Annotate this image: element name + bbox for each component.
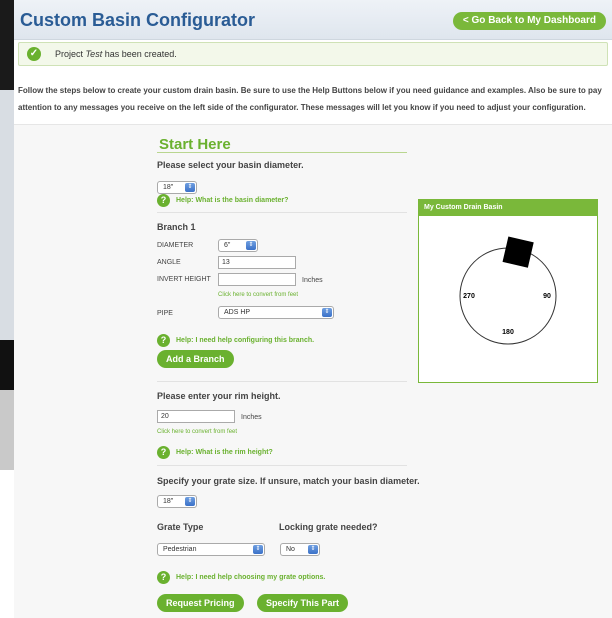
invert-height-unit: Inches (302, 277, 323, 284)
convert-from-feet-link[interactable]: Click here to convert from feet (218, 292, 298, 298)
rim-height-unit: Inches (241, 414, 262, 421)
rim-height-prompt: Please enter your rim height. (157, 391, 281, 401)
branch-angle-input[interactable]: 13 (218, 256, 296, 269)
question-icon: ? (157, 334, 170, 347)
branch-diameter-label: DIAMETER (157, 242, 194, 249)
grate-type-label: Grate Type (157, 522, 204, 532)
select-arrow-icon: ⇕ (308, 545, 318, 554)
divider (157, 152, 407, 153)
branch-diameter-select[interactable]: 6" ⇕ (218, 239, 258, 252)
help-grate-options[interactable]: ? Help: I need help choosing my grate opt… (157, 571, 325, 584)
notice-message: Project Test has been created. (55, 49, 177, 59)
intro-text: Follow the steps below to create your cu… (18, 86, 602, 112)
angle-label-90: 90 (543, 293, 551, 300)
invert-height-label: INVERT HEIGHT (157, 276, 211, 283)
page-header: Custom Basin Configurator < Go Back to M… (14, 0, 612, 40)
locking-grate-label: Locking grate needed? (279, 522, 378, 532)
grate-type-select[interactable]: Pedestrian ⇕ (157, 543, 265, 556)
back-to-dashboard-button[interactable]: < Go Back to My Dashboard (452, 12, 606, 30)
grate-size-select[interactable]: 18" ⇕ (157, 495, 197, 508)
section-title: Start Here (159, 136, 231, 153)
question-icon: ? (157, 446, 170, 459)
success-notice: ✓ Project Test has been created. (18, 42, 608, 66)
invert-height-input[interactable] (218, 273, 296, 286)
divider (157, 381, 407, 382)
divider (157, 212, 407, 213)
basin-diameter-prompt: Please select your basin diameter. (157, 160, 304, 170)
basin-preview-panel: My Custom Drain Basin 0 270 90 180 (418, 199, 598, 383)
select-arrow-icon: ⇕ (322, 308, 332, 317)
panel-title: My Custom Drain Basin (419, 200, 597, 216)
angle-label-180: 180 (502, 329, 514, 336)
select-arrow-icon: ⇕ (185, 183, 195, 192)
rim-height-input[interactable]: 20 (157, 410, 235, 423)
question-icon: ? (157, 571, 170, 584)
divider (157, 465, 407, 466)
locking-grate-select[interactable]: No ⇕ (280, 543, 320, 556)
background-edge (0, 0, 14, 618)
configurator-page: Custom Basin Configurator < Go Back to M… (14, 0, 612, 618)
pipe-select[interactable]: ADS HP ⇕ (218, 306, 334, 319)
request-pricing-button[interactable]: Request Pricing (157, 594, 244, 612)
angle-label-270: 270 (463, 293, 475, 300)
angle-label-0: 0 (506, 251, 510, 258)
add-branch-button[interactable]: Add a Branch (157, 350, 234, 368)
basin-diameter-select[interactable]: 18" ⇕ (157, 181, 197, 194)
branch-title: Branch 1 (157, 222, 196, 232)
select-arrow-icon: ⇕ (246, 241, 256, 250)
project-name: Test (85, 49, 103, 59)
rim-convert-from-feet-link[interactable]: Click here to convert from feet (157, 429, 237, 435)
basin-diagram: 0 270 90 180 (459, 236, 557, 345)
branch-angle-label: ANGLE (157, 259, 181, 266)
page-title: Custom Basin Configurator (20, 10, 256, 30)
help-basin-diameter[interactable]: ? Help: What is the basin diameter? (157, 194, 288, 207)
grate-size-prompt: Specify your grate size. If unsure, matc… (157, 476, 420, 486)
select-arrow-icon: ⇕ (253, 545, 263, 554)
question-icon: ? (157, 194, 170, 207)
specify-part-button[interactable]: Specify This Part (257, 594, 349, 612)
check-icon: ✓ (27, 47, 41, 61)
select-arrow-icon: ⇕ (185, 497, 195, 506)
pipe-label: PIPE (157, 310, 173, 317)
help-rim-height[interactable]: ? Help: What is the rim height? (157, 446, 273, 459)
help-branch[interactable]: ? Help: I need help configuring this bran… (157, 334, 314, 347)
